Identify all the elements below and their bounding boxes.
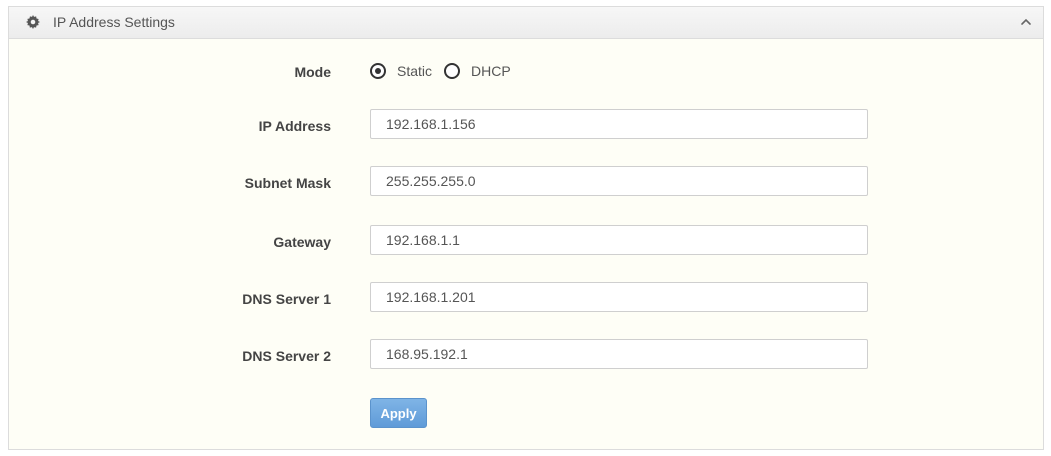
subnet-mask-label: Subnet Mask — [244, 175, 331, 191]
dhcp-radio[interactable] — [444, 63, 461, 79]
dhcp-radio-label[interactable]: DHCP — [471, 63, 511, 79]
ip-address-settings-panel: IP Address Settings Mode Static DHCP IP … — [8, 6, 1044, 450]
static-radio-label[interactable]: Static — [397, 63, 432, 79]
panel-title: IP Address Settings — [53, 14, 175, 30]
dns-server-1-row: DNS Server 1 — [9, 282, 1043, 314]
ip-address-input[interactable] — [370, 109, 868, 139]
dns-server-2-input[interactable] — [370, 339, 868, 369]
ip-address-label: IP Address — [258, 118, 331, 134]
subnet-mask-row: Subnet Mask — [9, 166, 1043, 198]
mode-radio-group: Static DHCP — [370, 60, 523, 82]
gateway-label: Gateway — [273, 234, 331, 250]
mode-label: Mode — [294, 64, 331, 80]
gateway-row: Gateway — [9, 225, 1043, 257]
gateway-input[interactable] — [370, 225, 868, 255]
panel-header: IP Address Settings — [9, 7, 1043, 39]
dns-server-1-label: DNS Server 1 — [242, 291, 331, 307]
subnet-mask-input[interactable] — [370, 166, 868, 196]
chevron-up-icon[interactable] — [1019, 15, 1033, 29]
ip-address-row: IP Address — [9, 109, 1043, 141]
gear-icon — [26, 15, 40, 29]
dns-server-1-input[interactable] — [370, 282, 868, 312]
dns-server-2-row: DNS Server 2 — [9, 339, 1043, 371]
mode-row: Mode Static DHCP — [9, 55, 1043, 87]
dns-server-2-label: DNS Server 2 — [242, 348, 331, 364]
apply-button[interactable]: Apply — [370, 398, 427, 428]
static-radio[interactable] — [370, 63, 386, 79]
